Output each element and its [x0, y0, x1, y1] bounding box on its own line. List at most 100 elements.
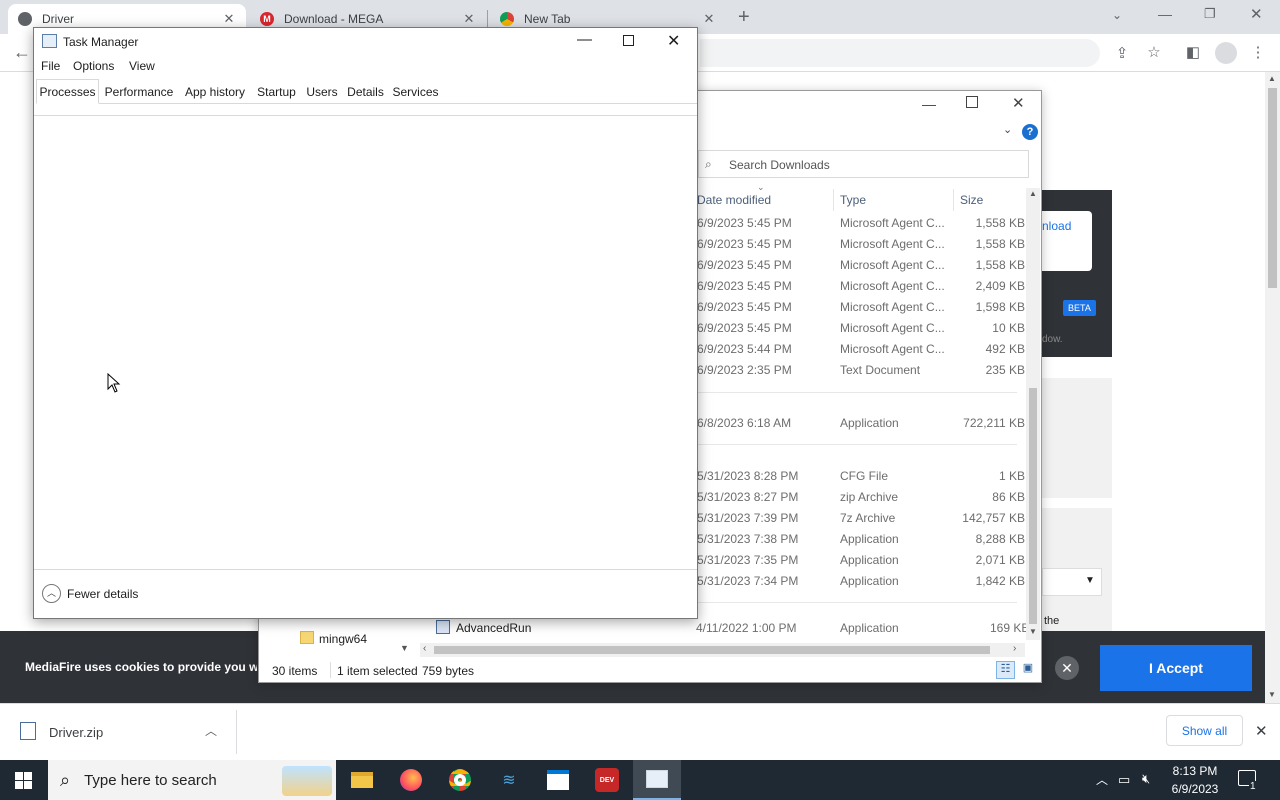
file-size: 722,211 KB: [963, 416, 1025, 430]
chevron-up-icon[interactable]: ︿: [42, 584, 61, 603]
tab-details[interactable]: Details: [343, 81, 388, 103]
nav-item-mingw64[interactable]: mingw64: [319, 632, 367, 646]
file-row[interactable]: 5/31/2023 7:34 PM Application 1,842 KB: [697, 571, 1027, 592]
close-icon[interactable]: ✕: [667, 31, 680, 51]
firefox-taskbar-button[interactable]: [391, 764, 431, 796]
scroll-right-icon[interactable]: ›: [1013, 643, 1016, 654]
file-row[interactable]: 6/9/2023 5:45 PM Microsoft Agent C... 10 K…: [697, 318, 1027, 339]
file-date: 6/9/2023 5:45 PM: [697, 237, 792, 251]
scroll-up-icon[interactable]: ▲: [1029, 189, 1037, 198]
close-icon[interactable]: ✕: [462, 11, 476, 27]
show-hidden-icons-icon[interactable]: ︿: [1096, 771, 1108, 788]
file-row[interactable]: 5/31/2023 7:35 PM Application 2,071 KB: [697, 550, 1027, 571]
tab-processes[interactable]: Processes: [36, 79, 99, 104]
file-row[interactable]: 5/31/2023 7:39 PM 7z Archive 142,757 KB: [697, 508, 1027, 529]
tab-startup[interactable]: Startup: [252, 81, 301, 103]
file-list-scrollbar-thumb[interactable]: [1029, 388, 1037, 624]
maximize-icon[interactable]: [966, 96, 978, 108]
restore-icon[interactable]: ❐: [1204, 6, 1216, 22]
tab-search-icon[interactable]: ⌄: [1112, 8, 1122, 22]
app-taskbar-button[interactable]: ≋: [489, 764, 529, 796]
task-manager-taskbar-button[interactable]: [633, 760, 681, 800]
help-icon[interactable]: ?: [1022, 124, 1038, 140]
maximize-icon[interactable]: [623, 35, 634, 46]
download-button-card[interactable]: nload: [1040, 211, 1092, 271]
taskbar-search-box[interactable]: ⌕ Type here to search: [48, 760, 336, 800]
tab-performance[interactable]: Performance: [100, 81, 178, 103]
file-row[interactable]: 6/8/2023 6:18 AM Application 722,211 KB: [697, 413, 1027, 434]
accept-cookies-button[interactable]: I Accept: [1100, 645, 1252, 691]
menu-view[interactable]: View: [129, 59, 155, 73]
column-size[interactable]: Size: [960, 193, 983, 207]
process-list-area[interactable]: [34, 116, 697, 569]
minimize-icon[interactable]: —: [1158, 6, 1172, 22]
scroll-up-icon[interactable]: ▲: [1268, 74, 1276, 83]
file-list-h-scrollbar-thumb[interactable]: [434, 646, 990, 654]
close-download-bar-icon[interactable]: ✕: [1255, 722, 1268, 740]
more-menu-icon[interactable]: ⋮: [1248, 43, 1268, 61]
column-type[interactable]: Type: [840, 193, 866, 207]
back-arrow-icon[interactable]: ←: [12, 42, 32, 63]
tab-users[interactable]: Users: [302, 81, 342, 103]
chrome-taskbar-button[interactable]: [440, 764, 480, 796]
close-icon[interactable]: ✕: [222, 11, 236, 27]
file-type: Microsoft Agent C...: [840, 279, 945, 293]
store-taskbar-button[interactable]: [538, 764, 578, 796]
menu-options[interactable]: Options: [73, 59, 114, 73]
download-file-name[interactable]: Driver.zip: [49, 725, 103, 740]
network-icon[interactable]: ▭: [1118, 772, 1130, 788]
file-row[interactable]: 6/9/2023 5:45 PM Microsoft Agent C... 1,59…: [697, 297, 1027, 318]
ribbon-expand-icon[interactable]: ⌄: [1003, 123, 1012, 136]
file-date: 5/31/2023 8:27 PM: [697, 490, 799, 504]
devcpp-taskbar-button[interactable]: DEV: [587, 764, 627, 796]
file-row[interactable]: 5/31/2023 7:38 PM Application 8,288 KB: [697, 529, 1027, 550]
address-bar[interactable]: [700, 39, 1100, 67]
file-row[interactable]: 6/9/2023 5:45 PM Microsoft Agent C... 1,55…: [697, 213, 1027, 234]
file-row[interactable]: 5/31/2023 8:27 PM zip Archive 86 KB: [697, 487, 1027, 508]
file-size: 1,842 KB: [975, 574, 1025, 588]
close-cookie-icon[interactable]: ✕: [1055, 656, 1079, 680]
new-tab-button[interactable]: +: [738, 6, 750, 29]
file-name[interactable]: AdvancedRun: [456, 621, 531, 635]
scroll-down-icon[interactable]: ▼: [1029, 627, 1037, 636]
fewer-details-link[interactable]: Fewer details: [67, 587, 138, 601]
menu-file[interactable]: File: [41, 59, 60, 73]
file-row[interactable]: 6/9/2023 2:35 PM Text Document 235 KB: [697, 360, 1027, 381]
file-date: 4/11/2022 1:00 PM: [696, 621, 797, 635]
file-row[interactable]: 5/31/2023 8:28 PM CFG File 1 KB: [697, 466, 1027, 487]
volume-muted-icon[interactable]: 🔇︎: [1142, 771, 1150, 787]
search-downloads-input[interactable]: ⌕ Search Downloads: [698, 150, 1029, 178]
clock-date[interactable]: 6/9/2023: [1164, 782, 1226, 796]
nav-scroll-down-icon[interactable]: ▼: [400, 643, 409, 653]
large-icons-view-icon[interactable]: ▣: [1019, 661, 1037, 679]
windows-start-icon[interactable]: [15, 772, 32, 789]
show-all-button[interactable]: Show all: [1166, 715, 1243, 746]
page-scrollbar-thumb[interactable]: [1268, 88, 1277, 288]
group-divider: [697, 392, 1017, 393]
tab-services[interactable]: Services: [389, 81, 442, 103]
side-panel-icon[interactable]: ◧: [1183, 43, 1203, 61]
share-icon[interactable]: ⇪: [1112, 44, 1132, 62]
clock-time[interactable]: 8:13 PM: [1164, 764, 1226, 778]
details-view-icon[interactable]: ☷: [996, 661, 1015, 679]
minimize-icon[interactable]: —: [577, 31, 592, 48]
close-window-icon[interactable]: ✕: [1250, 5, 1263, 23]
file-row[interactable]: 6/9/2023 5:45 PM Microsoft Agent C... 1,55…: [697, 255, 1027, 276]
profile-avatar-icon[interactable]: [1215, 42, 1237, 64]
file-row[interactable]: 6/9/2023 5:44 PM Microsoft Agent C... 492 …: [697, 339, 1027, 360]
chevron-up-icon[interactable]: ︿: [205, 722, 217, 739]
status-item-count: 30 items: [272, 664, 318, 678]
close-icon[interactable]: ✕: [1012, 94, 1025, 112]
bookmark-star-icon[interactable]: ☆: [1144, 43, 1164, 61]
file-row[interactable]: 6/9/2023 5:45 PM Microsoft Agent C... 1,55…: [697, 234, 1027, 255]
column-date-modified[interactable]: Date modified: [697, 193, 771, 207]
scroll-left-icon[interactable]: ‹: [423, 643, 426, 654]
file-date: 5/31/2023 7:39 PM: [697, 511, 799, 525]
dropdown-select[interactable]: ▼: [1042, 568, 1102, 596]
file-explorer-taskbar-button[interactable]: [342, 764, 382, 796]
minimize-icon[interactable]: —: [922, 96, 936, 112]
tab-app-history[interactable]: App history: [179, 81, 251, 103]
close-icon[interactable]: ✕: [702, 11, 716, 27]
file-row[interactable]: 6/9/2023 5:45 PM Microsoft Agent C... 2,40…: [697, 276, 1027, 297]
scroll-down-icon[interactable]: ▼: [1268, 690, 1276, 699]
